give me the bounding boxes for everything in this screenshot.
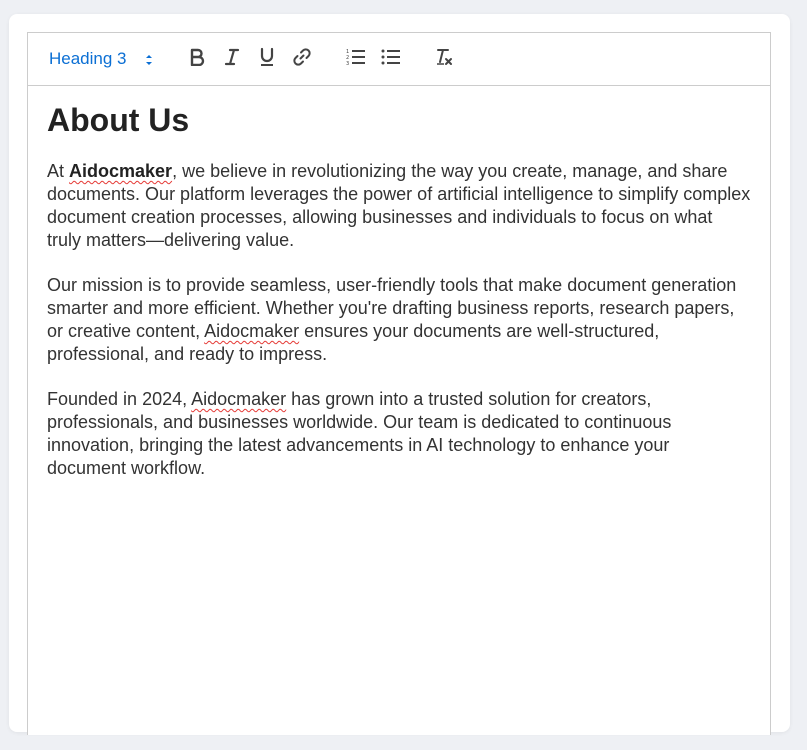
paragraph-intro-pre: At [47, 161, 70, 181]
heading-select-label: Heading 3 [49, 49, 127, 68]
link-button[interactable] [290, 45, 314, 73]
editor-toolbar: Heading 3 1 2 3 [28, 33, 770, 86]
underline-icon [259, 47, 275, 72]
brand-name: Aidocmaker [191, 389, 287, 409]
paragraph-intro: At Aidocmaker, we believe in revolutioni… [47, 160, 751, 252]
brand-name-bold: Aidocmaker [69, 161, 173, 181]
brand-name: Aidocmaker [204, 321, 300, 341]
svg-text:3: 3 [346, 61, 349, 66]
paragraph-founded-pre: Founded in 2024, [47, 389, 192, 409]
editor-card: Heading 3 1 2 3 About Us At Aidocmaker, … [9, 14, 790, 735]
paragraph-mission: Our mission is to provide seamless, user… [47, 274, 751, 366]
bold-button[interactable] [185, 45, 209, 73]
clear-format-button[interactable] [433, 45, 457, 73]
bold-icon [189, 48, 205, 71]
heading-select[interactable]: Heading 3 [49, 45, 157, 73]
updown-arrows-icon [145, 52, 153, 72]
bullet-list-icon [381, 48, 401, 71]
page-title: About Us [47, 102, 190, 138]
paragraph-founded: Founded in 2024, Aidocmaker has grown in… [47, 388, 751, 480]
ordered-list-icon: 1 2 3 [346, 48, 366, 71]
ordered-list-button[interactable]: 1 2 3 [344, 45, 368, 73]
rich-text-editor: Heading 3 1 2 3 About Us At Aidocmaker, … [27, 32, 771, 735]
clear-format-icon [435, 47, 455, 72]
italic-icon [224, 48, 240, 71]
editor-content[interactable]: About Us At Aidocmaker, we believe in re… [28, 86, 770, 480]
link-icon [292, 47, 312, 72]
bullet-list-button[interactable] [379, 45, 403, 73]
underline-button[interactable] [255, 45, 279, 73]
italic-button[interactable] [220, 45, 244, 73]
